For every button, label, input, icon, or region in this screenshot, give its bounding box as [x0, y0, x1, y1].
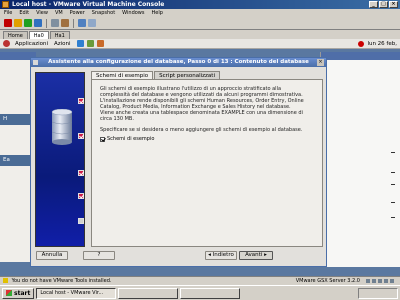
step-1-complete-icon — [78, 98, 84, 104]
sample-schemas-checkbox[interactable] — [100, 136, 105, 142]
menu-power[interactable]: Power — [70, 9, 85, 17]
tab-ha0[interactable]: Ha0 — [28, 31, 49, 39]
toolbar-separator — [73, 18, 74, 28]
menu-actions[interactable]: Azioni — [51, 39, 74, 49]
window-title: Local host - VMware Virtual Machine Cons… — [12, 1, 165, 8]
sample-schemas-checkbox-label[interactable]: Schemi di esempio — [107, 136, 154, 142]
tab-ha1[interactable]: Ha1 — [49, 31, 70, 39]
gnome-foot-icon[interactable] — [3, 40, 10, 47]
next-button[interactable]: Avanti ▸ — [239, 251, 273, 260]
start-label: start — [14, 289, 31, 297]
hdd-device-icon[interactable] — [366, 279, 370, 283]
tools-warning-text: You do not have VMware Tools installed. — [11, 278, 112, 284]
description-text: Gli schemi di esempio illustrano l'utili… — [100, 86, 304, 122]
cancel-button[interactable]: Annulla — [36, 251, 68, 260]
network-status-icon[interactable] — [358, 41, 365, 47]
text-fragment — [391, 184, 395, 185]
full-screen-icon[interactable] — [78, 19, 86, 27]
browser-launcher-icon[interactable] — [76, 40, 84, 47]
menu-file[interactable]: File — [4, 9, 12, 17]
gnome-top-panel: Applicazioni Azioni lun 26 feb, — [0, 39, 400, 49]
office-launcher-icon[interactable] — [96, 40, 104, 47]
text-fragment — [391, 172, 395, 173]
power-on-icon[interactable] — [24, 19, 32, 27]
text-fragment — [391, 152, 395, 153]
database-cylinder-icon — [51, 109, 73, 145]
vmware-status-bar: You do not have VMware Tools installed. … — [0, 276, 400, 285]
system-tray[interactable] — [358, 288, 398, 299]
maximize-button[interactable]: □ — [379, 1, 388, 8]
menu-snapshot[interactable]: Snapshot — [92, 9, 115, 17]
floppy-device-icon[interactable] — [378, 279, 382, 283]
suspend-icon[interactable] — [14, 19, 22, 27]
dialog-close-icon[interactable]: × — [317, 59, 324, 66]
tab-content: Gli schemi di esempio illustrano l'utili… — [91, 79, 323, 247]
dbca-dialog: Assistente alla configurazione del datab… — [30, 57, 327, 267]
background-window-right[interactable] — [320, 52, 400, 267]
panel-clock[interactable]: lun 26 feb, — [367, 41, 397, 47]
start-button[interactable]: start — [2, 287, 35, 299]
instruction-text: Specificare se si desidera o meno aggiun… — [100, 127, 303, 133]
revert-icon[interactable] — [61, 19, 69, 27]
back-button-label: Indietro — [212, 252, 234, 258]
usb-device-icon[interactable] — [390, 279, 394, 283]
sample-schemas-checkbox-row[interactable]: Schemi di esempio — [100, 136, 314, 142]
vmware-titlebar: Local host - VMware Virtual Machine Cons… — [0, 0, 400, 9]
menu-vm[interactable]: VM — [55, 9, 63, 17]
minimize-button[interactable]: _ — [369, 1, 378, 8]
wizard-side-panel — [35, 72, 85, 247]
guest-desktop[interactable]: Applicazioni Azioni lun 26 feb, H Ea Ass… — [0, 39, 400, 276]
toolbar-separator — [46, 18, 47, 28]
power-off-icon[interactable] — [4, 19, 12, 27]
warning-icon — [3, 278, 8, 283]
dialog-title: Assistente alla configurazione del datab… — [48, 59, 309, 65]
next-arrow-icon: ▸ — [262, 252, 267, 258]
quick-switch-icon[interactable] — [88, 19, 96, 27]
taskbar-item[interactable] — [180, 287, 241, 299]
background-window-titlebar — [321, 52, 400, 60]
toolbar — [0, 17, 400, 30]
back-button[interactable]: ◂ Indietro — [205, 251, 237, 260]
cdrom-device-icon[interactable] — [372, 279, 376, 283]
dialog-titlebar: Assistente alla configurazione del datab… — [31, 58, 326, 67]
windows-logo-icon — [6, 290, 12, 296]
step-5-pending-icon — [78, 218, 84, 224]
tab-home[interactable]: Home — [3, 31, 28, 39]
menu-bar: File Edit View VM Power Snapshot Windows… — [0, 9, 400, 17]
taskbar-item-vmware[interactable]: Local host - VMware Vir... — [36, 287, 117, 299]
host-taskbar: start Local host - VMware Vir... — [0, 285, 400, 300]
taskbar-item[interactable] — [118, 287, 179, 299]
step-4-complete-icon — [78, 193, 84, 199]
network-device-icon[interactable] — [384, 279, 388, 283]
text-fragment — [391, 217, 395, 218]
help-button[interactable]: ? — [83, 251, 115, 260]
product-version: VMware GSX Server 3.2.0 — [295, 278, 360, 284]
snapshot-icon[interactable] — [51, 19, 59, 27]
mail-launcher-icon[interactable] — [86, 40, 94, 47]
menu-windows[interactable]: Windows — [122, 9, 144, 17]
menu-applications[interactable]: Applicazioni — [12, 39, 51, 49]
menu-view[interactable]: View — [36, 9, 48, 17]
menu-help[interactable]: Help — [152, 9, 163, 17]
text-fragment — [391, 202, 395, 203]
vmware-app-icon — [2, 1, 9, 8]
menu-edit[interactable]: Edit — [19, 9, 29, 17]
reset-icon[interactable] — [34, 19, 42, 27]
next-button-label: Avanti — [245, 252, 263, 258]
close-button[interactable]: × — [389, 1, 398, 8]
step-3-complete-icon — [78, 170, 84, 176]
vm-tabs: Home Ha0 Ha1 — [0, 30, 400, 39]
window-menu-icon[interactable] — [33, 60, 38, 65]
step-2-complete-icon — [78, 133, 84, 139]
